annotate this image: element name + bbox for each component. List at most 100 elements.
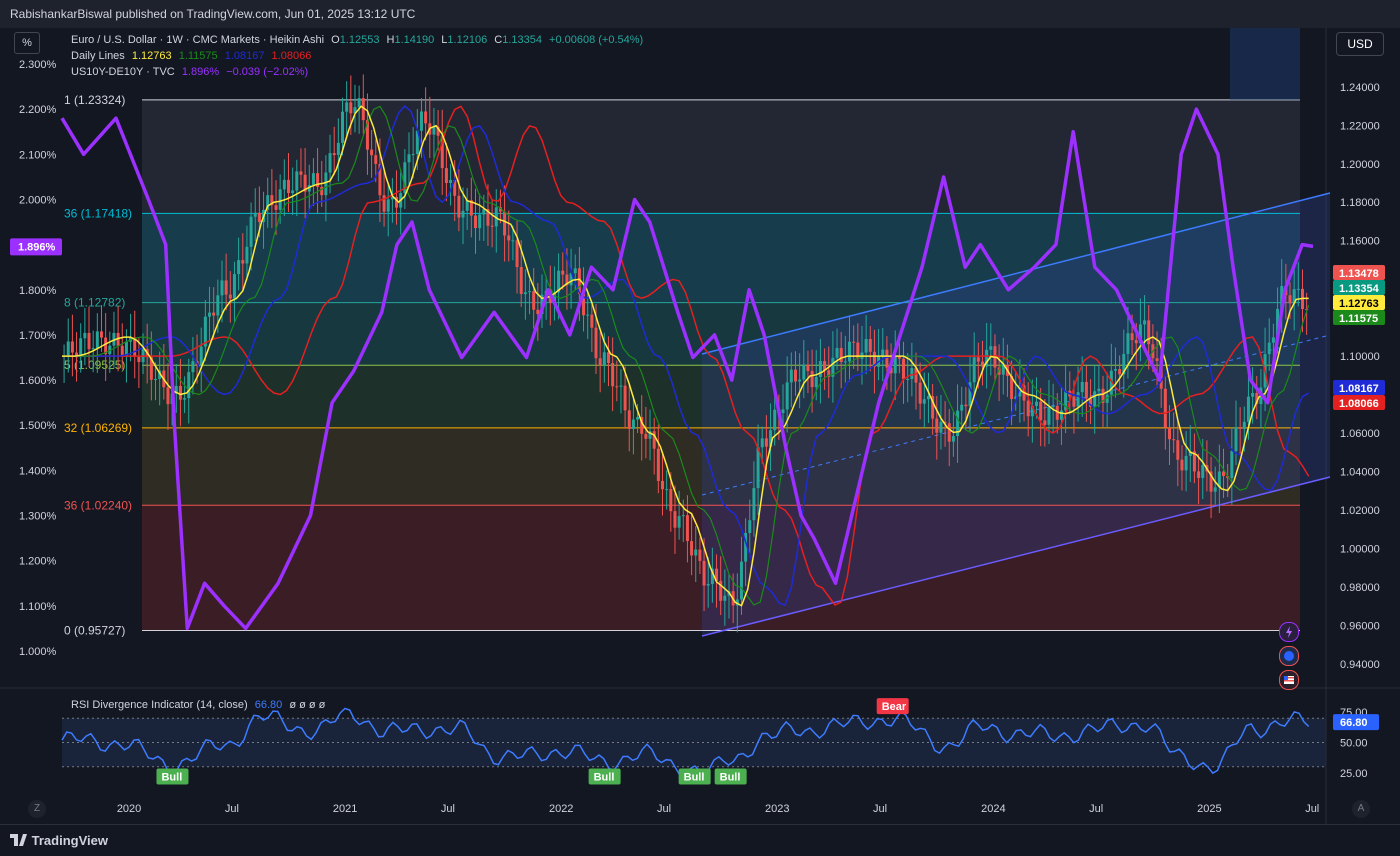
candle-body bbox=[677, 516, 681, 528]
candle-body bbox=[1076, 392, 1080, 407]
candle-body bbox=[773, 409, 777, 431]
percent-tick-label: 2.300% bbox=[19, 59, 57, 71]
price-tick-label: 0.94000 bbox=[1340, 659, 1380, 671]
candle-body bbox=[885, 349, 889, 368]
candle-body bbox=[282, 179, 286, 190]
candle-body bbox=[99, 331, 103, 338]
candle-body bbox=[922, 399, 926, 404]
time-tick-label: 2023 bbox=[765, 803, 789, 815]
price-tick-label: 1.10000 bbox=[1340, 351, 1380, 363]
candle-body bbox=[627, 410, 631, 429]
candle-body bbox=[665, 489, 669, 491]
candle-body bbox=[1246, 396, 1250, 422]
candle-body bbox=[1271, 337, 1275, 343]
price-tick-label: 0.98000 bbox=[1340, 582, 1380, 594]
candle-body bbox=[698, 549, 702, 561]
candle-body bbox=[1080, 381, 1084, 393]
globe-icon[interactable] bbox=[1279, 646, 1299, 666]
candle-body bbox=[1039, 401, 1043, 421]
candle-body bbox=[1197, 471, 1201, 478]
candle-body bbox=[1047, 406, 1051, 425]
percent-tick-label: 1.100% bbox=[19, 601, 57, 613]
candle-body bbox=[852, 341, 856, 343]
time-tick-label: Jul bbox=[873, 803, 887, 815]
legend-close: C1.13354 bbox=[494, 34, 542, 46]
candle-body bbox=[216, 295, 220, 316]
candle-body bbox=[1288, 295, 1292, 304]
candle-body bbox=[756, 447, 760, 489]
price-tick-label: 1.06000 bbox=[1340, 428, 1380, 440]
candle-body bbox=[87, 332, 91, 350]
us-flag-icon[interactable] bbox=[1279, 670, 1299, 690]
candle-body bbox=[519, 267, 523, 295]
candle-body bbox=[473, 215, 477, 229]
candle-body bbox=[1251, 393, 1255, 397]
candle-body bbox=[972, 357, 976, 383]
candle-body bbox=[902, 358, 906, 380]
candle-body bbox=[764, 438, 768, 447]
legend-symbol[interactable]: Euro / U.S. Dollar · 1W · CMC Markets · … bbox=[71, 34, 324, 46]
fib-level-label-4: 32 (1.06269) bbox=[64, 421, 132, 435]
legend-open: O1.12553 bbox=[331, 34, 380, 46]
candle-body bbox=[835, 348, 839, 358]
legend-rsi: RSI Divergence Indicator (14, close) 66.… bbox=[71, 699, 329, 711]
candle-body bbox=[1238, 427, 1242, 429]
candle-body bbox=[332, 153, 336, 156]
candle-body bbox=[939, 421, 943, 433]
percent-scale-button[interactable]: % bbox=[14, 32, 40, 54]
lightning-icon[interactable] bbox=[1279, 622, 1299, 642]
legend-spread-v2: −0.039 (−2.02%) bbox=[226, 66, 309, 78]
percent-tick-label: 1.700% bbox=[19, 330, 57, 342]
candle-body bbox=[631, 419, 635, 429]
percent-tick-label: 2.200% bbox=[19, 104, 57, 116]
zoom-corner-button[interactable]: Z bbox=[28, 800, 46, 818]
candle-body bbox=[166, 387, 170, 405]
time-tick-label: Jul bbox=[657, 803, 671, 815]
candle-body bbox=[66, 341, 70, 357]
price-tick-label: 1.24000 bbox=[1340, 82, 1380, 94]
candle-body bbox=[1084, 381, 1088, 399]
fib-level-label-0: 1 (1.23324) bbox=[64, 93, 125, 107]
candle-body bbox=[291, 190, 295, 194]
candle-body bbox=[868, 338, 872, 352]
candle-body bbox=[257, 212, 261, 222]
legend-daily-lines: Daily Lines 1.12763 1.11575 1.08167 1.08… bbox=[71, 50, 315, 62]
candle-body bbox=[1234, 427, 1238, 452]
candle-body bbox=[926, 396, 930, 400]
price-tag-text-0: 1.13478 bbox=[1339, 268, 1379, 280]
legend-change: +0.00608 (+0.54%) bbox=[549, 34, 644, 46]
legend-daily-name[interactable]: Daily Lines bbox=[71, 50, 125, 62]
tradingview-logo[interactable]: TradingView bbox=[10, 833, 108, 848]
candle-body bbox=[918, 382, 922, 404]
price-tick-label: 1.04000 bbox=[1340, 466, 1380, 478]
candle-body bbox=[752, 488, 756, 521]
legend-daily-v1: 1.12763 bbox=[131, 50, 172, 62]
legend-spread-name[interactable]: US10Y-DE10Y · TVC bbox=[71, 66, 175, 78]
auto-scale-button[interactable]: A bbox=[1352, 800, 1370, 818]
candle-body bbox=[286, 179, 290, 194]
time-tick-label: Jul bbox=[441, 803, 455, 815]
candle-body bbox=[989, 346, 993, 350]
candle-body bbox=[598, 358, 602, 366]
candle-body bbox=[947, 423, 951, 442]
candle-body bbox=[848, 341, 852, 362]
candle-body bbox=[690, 541, 694, 556]
price-tag-text-2: 1.12763 bbox=[1339, 298, 1379, 310]
rsi-title[interactable]: RSI Divergence Indicator (14, close) bbox=[71, 699, 248, 711]
candle-body bbox=[183, 398, 187, 400]
candle-body bbox=[1230, 451, 1234, 479]
candle-body bbox=[91, 348, 95, 350]
candle-body bbox=[241, 260, 245, 264]
candle-body bbox=[602, 352, 606, 366]
legend-spread-v1: 1.896% bbox=[181, 66, 220, 78]
candle-body bbox=[623, 385, 627, 411]
candle-body bbox=[444, 168, 448, 183]
candle-body bbox=[636, 417, 640, 420]
candle-body bbox=[1118, 369, 1122, 375]
candle-body bbox=[220, 280, 224, 296]
percent-tick-label: 1.400% bbox=[19, 465, 57, 477]
candle-body bbox=[785, 382, 789, 410]
currency-button[interactable]: USD bbox=[1336, 32, 1384, 56]
candle-body bbox=[897, 356, 901, 359]
candle-body bbox=[1026, 400, 1030, 417]
